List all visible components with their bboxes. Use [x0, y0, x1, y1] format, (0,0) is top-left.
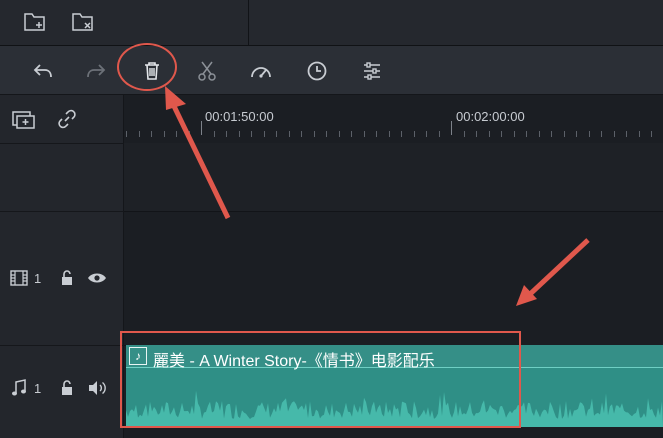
arrow-to-delete: [169, 100, 231, 220]
annotation-arrows: [165, 86, 590, 306]
arrow-to-delete-head: [165, 86, 186, 110]
arrow-to-clip: [526, 238, 590, 298]
